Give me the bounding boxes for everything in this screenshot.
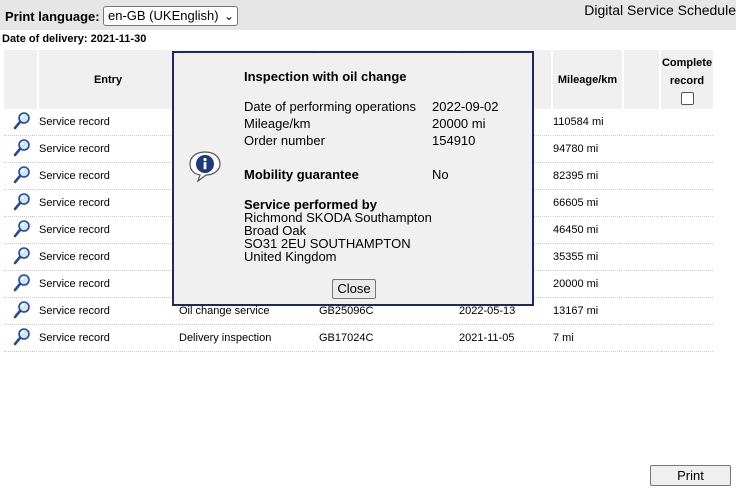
close-button[interactable]: Close — [332, 279, 376, 299]
empty-cell — [624, 163, 659, 190]
empty-cell — [624, 136, 659, 163]
complete-cell — [661, 271, 713, 298]
mileage-value: 20000 mi — [432, 116, 486, 131]
entry-cell: Service record — [39, 136, 177, 163]
magnifier-icon[interactable] — [12, 273, 32, 293]
magnifier-icon[interactable] — [12, 327, 32, 347]
mileage-label: Mileage/km — [244, 116, 311, 131]
order-cell: GB17024C — [319, 325, 457, 352]
delivery-date-label: Date of delivery: — [2, 33, 88, 45]
entry-cell: Service record — [39, 109, 177, 136]
entry-cell: Service record — [39, 163, 177, 190]
dealer-country: United Kingdom — [244, 249, 337, 264]
magnifier-icon[interactable] — [12, 165, 32, 185]
row-icon-cell — [4, 136, 37, 163]
header-entry: Entry — [39, 50, 177, 109]
mobility-guarantee-label: Mobility guarantee — [244, 167, 359, 182]
row-icon-cell — [4, 163, 37, 190]
empty-cell — [624, 271, 659, 298]
complete-cell — [661, 325, 713, 352]
complete-record-checkbox[interactable] — [680, 91, 694, 105]
mileage-cell: 13167 mi — [553, 298, 622, 325]
magnifier-icon[interactable] — [12, 138, 32, 158]
entry-cell: Service record — [39, 217, 177, 244]
info-icon — [188, 149, 222, 186]
mileage-cell: 20000 mi — [553, 271, 622, 298]
order-number-label: Order number — [244, 133, 325, 148]
dialog-title: Inspection with oil change — [244, 69, 407, 84]
complete-cell — [661, 136, 713, 163]
entry-cell: Service record — [39, 271, 177, 298]
empty-cell — [624, 325, 659, 352]
table-row: Service record Delivery inspection GB17024… — [4, 325, 713, 352]
date-value: 2022-09-02 — [432, 99, 499, 114]
complete-cell — [661, 190, 713, 217]
mileage-cell: 7 mi — [553, 325, 622, 352]
text-cell: Delivery inspection — [179, 325, 317, 352]
complete-cell — [661, 109, 713, 136]
service-detail-dialog: Inspection with oil change Date of perfo… — [172, 51, 534, 306]
row-icon-cell — [4, 271, 37, 298]
mileage-cell: 82395 mi — [553, 163, 622, 190]
header-empty-col — [624, 50, 659, 109]
language-select-value: en-GB (UKEnglish) — [108, 8, 219, 23]
header-mileage: Mileage/km — [553, 50, 622, 109]
magnifier-icon[interactable] — [12, 246, 32, 266]
chevron-down-icon: ⌄ — [223, 9, 234, 23]
mobility-guarantee-value: No — [432, 167, 449, 182]
delivery-date-value: 2021-11-30 — [90, 33, 147, 45]
entry-cell: Service record — [39, 325, 177, 352]
mileage-cell: 66605 mi — [553, 190, 622, 217]
magnifier-icon[interactable] — [12, 219, 32, 239]
entry-cell: Service record — [39, 244, 177, 271]
print-button[interactable]: Print — [650, 465, 731, 486]
row-icon-cell — [4, 217, 37, 244]
date-label: Date of performing operations — [244, 99, 416, 114]
delivery-date: Date of delivery: 2021-11-30 — [2, 33, 146, 45]
magnifier-icon[interactable] — [12, 192, 32, 212]
row-icon-cell — [4, 244, 37, 271]
app-title: Digital Service Schedule — [584, 2, 736, 18]
mileage-cell: 94780 mi — [553, 136, 622, 163]
complete-record-label: Complete record — [661, 56, 713, 87]
complete-cell — [661, 298, 713, 325]
order-number-value: 154910 — [432, 133, 476, 148]
top-bar: Print language: en-GB (UKEnglish) ⌄ Digi… — [0, 0, 736, 30]
empty-cell — [624, 244, 659, 271]
empty-cell — [624, 298, 659, 325]
empty-cell — [624, 109, 659, 136]
mileage-cell: 46450 mi — [553, 217, 622, 244]
magnifier-icon[interactable] — [12, 300, 32, 320]
print-language-label: Print language: — [5, 9, 100, 24]
mileage-cell: 35355 mi — [553, 244, 622, 271]
row-icon-cell — [4, 190, 37, 217]
row-icon-cell — [4, 325, 37, 352]
date-cell: 2021-11-05 — [459, 325, 551, 352]
complete-cell — [661, 163, 713, 190]
entry-cell: Service record — [39, 298, 177, 325]
complete-cell — [661, 244, 713, 271]
row-icon-cell — [4, 298, 37, 325]
empty-cell — [624, 190, 659, 217]
entry-cell: Service record — [39, 190, 177, 217]
mileage-cell: 110584 mi — [553, 109, 622, 136]
language-select[interactable]: en-GB (UKEnglish) ⌄ — [103, 6, 238, 26]
row-icon-cell — [4, 109, 37, 136]
header-complete-record: Complete record — [661, 50, 713, 109]
empty-cell — [624, 217, 659, 244]
complete-cell — [661, 217, 713, 244]
header-icon-col — [4, 50, 37, 109]
magnifier-icon[interactable] — [12, 111, 32, 131]
